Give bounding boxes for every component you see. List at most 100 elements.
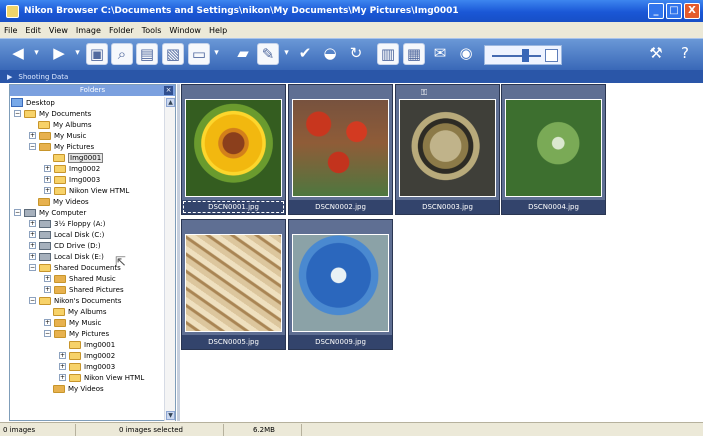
tree-item-my-pictures[interactable]: − My Pictures <box>44 328 109 339</box>
shooting-data-bar[interactable]: ▶ Shooting Data <box>0 70 703 83</box>
tree-item-img0001[interactable]: Img0001 <box>69 339 115 350</box>
tree-item-my-music[interactable]: + My Music <box>44 317 101 328</box>
collapse-icon[interactable]: − <box>14 209 21 216</box>
menu-folder[interactable]: Folder <box>109 26 134 35</box>
menu-window[interactable]: Window <box>169 26 201 35</box>
shooting-data-expander-icon[interactable]: ▶ <box>7 73 12 81</box>
tree-item-my-albums[interactable]: My Albums <box>38 119 92 130</box>
expand-icon[interactable]: + <box>29 231 36 238</box>
tree-item-img0003[interactable]: + Img0003 <box>44 174 100 185</box>
back-dropdown-icon[interactable]: ▾ <box>31 43 42 65</box>
slideshow-dropdown-icon[interactable]: ▾ <box>211 43 222 65</box>
tree-item-my-videos[interactable]: My Videos <box>53 383 104 394</box>
tree-item-cd-drive[interactable]: + CD Drive (D:) <box>29 240 101 251</box>
tree-item-my-albums[interactable]: My Albums <box>53 306 107 317</box>
expand-icon[interactable]: + <box>44 165 51 172</box>
thumbnail-card[interactable]: DSCN0001.jpg <box>181 84 286 215</box>
photo-thumbnail[interactable] <box>185 234 282 332</box>
tree-item-desktop[interactable]: Desktop <box>11 97 55 108</box>
expand-icon[interactable]: + <box>44 286 51 293</box>
expand-icon[interactable]: + <box>29 253 36 260</box>
expand-icon[interactable]: + <box>44 319 51 326</box>
web-icon[interactable]: ◉ <box>455 43 477 65</box>
screen-icon[interactable]: ▦ <box>403 43 425 65</box>
tree-item-my-music[interactable]: + My Music <box>29 130 86 141</box>
collapse-icon[interactable]: − <box>29 264 36 271</box>
tree-item-local-disk-e[interactable]: + Local Disk (E:) <box>29 251 104 262</box>
print-icon[interactable]: ▥ <box>377 43 399 65</box>
thumbnail-card[interactable]: DSCN0009.jpg <box>288 219 393 350</box>
rating-icon[interactable]: ◒ <box>319 43 341 65</box>
tree-item-img0002[interactable]: + Img0002 <box>59 350 115 361</box>
help-icon[interactable]: ? <box>674 43 696 65</box>
pane-icon[interactable]: ▤ <box>136 43 158 65</box>
thumbnail-card[interactable]: DSCN0004.jpg <box>501 84 606 215</box>
expand-icon[interactable]: + <box>29 242 36 249</box>
photo-thumbnail[interactable] <box>292 99 389 197</box>
photo-thumbnail[interactable] <box>292 234 389 332</box>
menu-help[interactable]: Help <box>209 26 227 35</box>
tree-item-floppy[interactable]: +3½ Floppy (A:) <box>29 218 105 229</box>
forward-icon[interactable]: ▶ <box>48 43 70 65</box>
scroll-up-button[interactable]: ▲ <box>166 98 175 107</box>
edit-icon[interactable]: ✎ <box>257 43 279 65</box>
menu-tools[interactable]: Tools <box>142 26 162 35</box>
folders-close-button[interactable]: × <box>164 86 173 95</box>
tree-item-shared-documents[interactable]: − Shared Documents <box>29 262 121 273</box>
tree-item-my-documents[interactable]: − My Documents <box>14 108 91 119</box>
email-icon[interactable]: ✉ <box>429 43 451 65</box>
settings-icon[interactable]: ⚒ <box>645 43 667 65</box>
collapse-icon[interactable]: − <box>44 330 51 337</box>
panel-splitter[interactable] <box>177 84 180 421</box>
expand-icon[interactable]: + <box>59 374 66 381</box>
expand-icon[interactable]: + <box>44 187 51 194</box>
photo-thumbnail[interactable] <box>399 99 496 197</box>
tree-item-my-computer[interactable]: − My Computer <box>14 207 86 218</box>
menu-file[interactable]: File <box>4 26 17 35</box>
expand-icon[interactable]: + <box>59 352 66 359</box>
tree-item-img0001[interactable]: Img0001 <box>53 152 104 163</box>
open-folder-icon[interactable]: ▰ <box>232 43 254 65</box>
tree-item-nikon-view-html[interactable]: + Nikon View HTML <box>44 185 129 196</box>
tree-item-local-disk-c[interactable]: + Local Disk (C:) <box>29 229 104 240</box>
tree-item-shared-music[interactable]: + Shared Music <box>44 273 116 284</box>
collapse-icon[interactable]: − <box>29 143 36 150</box>
search-image-icon[interactable]: ⌕ <box>111 43 133 65</box>
tree-item-shared-pictures[interactable]: + Shared Pictures <box>44 284 124 295</box>
minimize-button[interactable]: _ <box>648 3 664 19</box>
tree-item-my-videos[interactable]: My Videos <box>38 196 89 207</box>
tree-item-img0002[interactable]: + Img0002 <box>44 163 100 174</box>
rotate-icon[interactable]: ↻ <box>345 43 367 65</box>
menu-image[interactable]: Image <box>76 26 101 35</box>
expand-icon[interactable]: + <box>44 275 51 282</box>
tree-item-nikons-documents[interactable]: − Nikon's Documents <box>29 295 121 306</box>
photo-thumbnail[interactable] <box>505 99 602 197</box>
close-button[interactable]: X <box>684 3 700 19</box>
expand-icon[interactable]: + <box>59 363 66 370</box>
forward-dropdown-icon[interactable]: ▾ <box>72 43 83 65</box>
back-icon[interactable]: ◀ <box>7 43 29 65</box>
thumbnail-size-slider[interactable] <box>484 45 562 65</box>
expand-icon[interactable]: + <box>44 176 51 183</box>
menu-view[interactable]: View <box>49 26 68 35</box>
folder-tree-scrollbar[interactable]: ▲ ▼ <box>164 97 175 421</box>
folder-up-icon[interactable]: ▣ <box>86 43 108 65</box>
slideshow-icon[interactable]: ▭ <box>188 43 210 65</box>
thumbnail-card[interactable]: DSCN0002.jpg <box>288 84 393 215</box>
tree-item-my-pictures[interactable]: − My Pictures <box>29 141 94 152</box>
edit-dropdown-icon[interactable]: ▾ <box>281 43 292 65</box>
tree-item-nikon-view-html[interactable]: + Nikon View HTML <box>59 372 144 383</box>
photo-thumbnail[interactable] <box>185 99 282 197</box>
tree-item-img0003[interactable]: + Img0003 <box>59 361 115 372</box>
thumbnail-card[interactable]: DSCN0005.jpg <box>181 219 286 350</box>
maximize-button[interactable]: □ <box>666 3 682 19</box>
collapse-icon[interactable]: − <box>29 297 36 304</box>
check-icon[interactable]: ✔ <box>294 43 316 65</box>
expand-icon[interactable]: + <box>29 132 36 139</box>
expand-icon[interactable]: + <box>29 220 36 227</box>
picture-icon[interactable]: ▧ <box>162 43 184 65</box>
menu-edit[interactable]: Edit <box>25 26 41 35</box>
thumbnail-card[interactable]: ⚿ DSCN0003.jpg <box>395 84 500 215</box>
collapse-icon[interactable]: − <box>14 110 21 117</box>
slider-knob[interactable] <box>522 49 529 62</box>
